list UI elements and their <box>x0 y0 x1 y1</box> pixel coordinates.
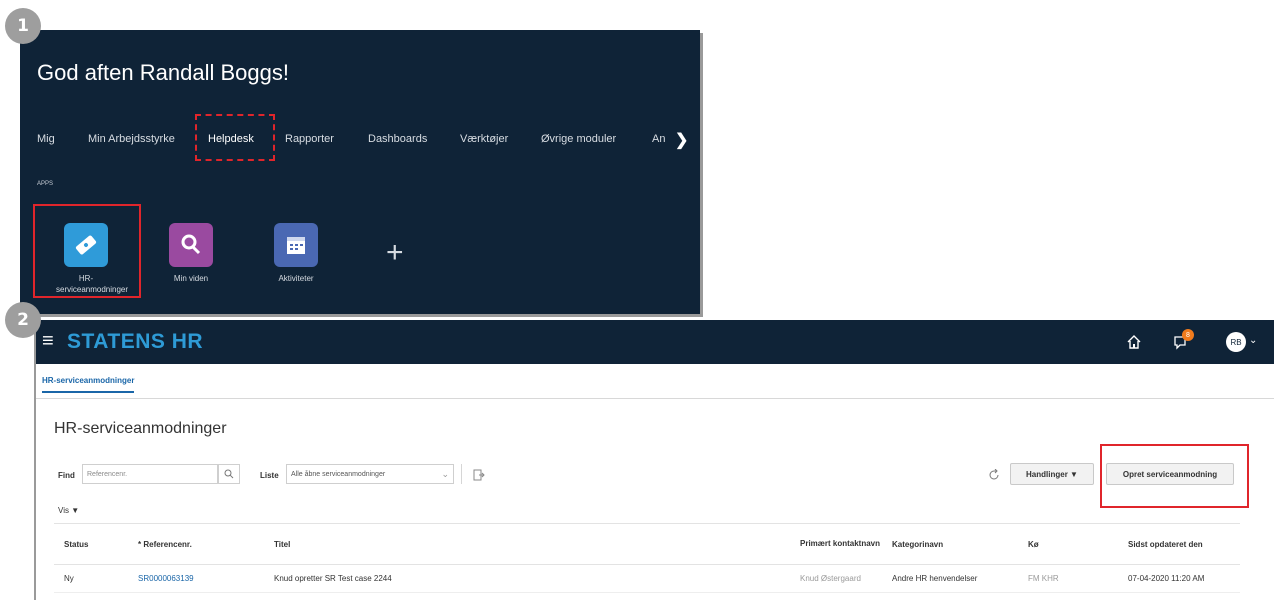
create-button-highlight <box>1100 444 1249 508</box>
refresh-icon[interactable] <box>988 468 1000 486</box>
nav-item-dashboards[interactable]: Dashboards <box>368 133 427 145</box>
step-badge-2: 2 <box>5 302 41 338</box>
hr-app-highlight <box>33 204 141 298</box>
cell-queue: FM KHR <box>1018 564 1118 593</box>
service-requests-table: Status * Referencenr. Titel Primært kont… <box>54 523 1240 593</box>
column-header-contact[interactable]: Primært kontaktnavn <box>790 523 882 565</box>
actions-menu-button[interactable]: Handlinger ▼ <box>1010 463 1094 485</box>
table-header-row: Status * Referencenr. Titel Primært kont… <box>54 523 1240 565</box>
search-icon[interactable] <box>218 464 240 484</box>
home-springboard-panel: God aften Randall Boggs! Mig Min Arbejds… <box>20 30 700 314</box>
column-header-status[interactable]: Status <box>54 523 128 565</box>
chevron-down-icon: ⌄ <box>441 468 449 479</box>
toolbar-divider <box>461 464 462 484</box>
cell-ref-link[interactable]: SR0000063139 <box>128 564 264 593</box>
greeting-heading: God aften Randall Boggs! <box>37 60 289 85</box>
cell-contact: Knud Østergaard <box>790 564 882 593</box>
export-icon[interactable] <box>473 468 485 486</box>
nav-item-mig[interactable]: Mig <box>37 133 55 145</box>
nav-item-min-arbejdsstyrke[interactable]: Min Arbejdsstyrke <box>88 133 175 145</box>
global-header: ≡ STATENS HR 8 RB ⌄ <box>36 320 1274 364</box>
column-header-title[interactable]: Titel <box>264 523 790 565</box>
column-header-queue[interactable]: Kø <box>1018 523 1118 565</box>
magnifier-icon <box>169 223 213 267</box>
cell-title: Knud opretter SR Test case 2244 <box>264 564 790 593</box>
view-menu[interactable]: Vis ▼ <box>58 506 79 515</box>
app-label: Min viden <box>173 274 209 283</box>
step-badge-1: 1 <box>5 8 41 44</box>
app-min-viden[interactable]: Min viden <box>161 223 221 284</box>
list-select-value: Alle åbne serviceanmodninger <box>291 470 386 478</box>
service-requests-panel: ≡ STATENS HR 8 RB ⌄ HR-serviceanmodninge… <box>34 320 1274 600</box>
table-row[interactable]: Ny SR0000063139 Knud opretter SR Test ca… <box>54 564 1240 593</box>
list-select[interactable]: Alle åbne serviceanmodninger ⌄ <box>286 464 454 484</box>
chevron-down-icon[interactable]: ⌄ <box>1249 335 1257 346</box>
find-label: Find <box>58 471 75 480</box>
helpdesk-highlight <box>195 114 275 161</box>
app-label: Aktiviteter <box>278 274 314 283</box>
add-app-button[interactable]: + <box>386 236 404 270</box>
cell-status: Ny <box>54 564 128 593</box>
nav-item-rapporter[interactable]: Rapporter <box>285 133 334 145</box>
find-input[interactable]: Referencenr. <box>82 464 218 484</box>
nav-item-more[interactable]: An <box>652 133 665 145</box>
calendar-icon <box>274 223 318 267</box>
column-header-updated[interactable]: Sidst opdateret den <box>1118 523 1240 565</box>
tab-hr-serviceanmodninger[interactable]: HR-serviceanmodninger <box>42 376 135 393</box>
notification-count-badge: 8 <box>1182 329 1194 341</box>
cell-category: Andre HR henvendelser <box>882 564 1018 593</box>
app-aktiviteter[interactable]: Aktiviteter <box>266 223 326 284</box>
nav-item-vaerktoejer[interactable]: Værktøjer <box>460 133 508 145</box>
hamburger-menu-icon[interactable]: ≡ <box>42 330 54 353</box>
cell-updated: 07-04-2020 11:20 AM <box>1118 564 1240 593</box>
column-header-category[interactable]: Kategorinavn <box>882 523 1018 565</box>
column-header-ref[interactable]: * Referencenr. <box>128 523 264 565</box>
page-title: HR-serviceanmodninger <box>54 420 227 437</box>
tab-strip: HR-serviceanmodninger <box>36 364 1274 399</box>
nav-item-oevrige-moduler[interactable]: Øvrige moduler <box>541 133 616 145</box>
apps-label: APPS <box>37 181 54 187</box>
springboard-nav: Mig Min Arbejdsstyrke Helpdesk Rapporter… <box>20 133 700 155</box>
avatar[interactable]: RB <box>1226 332 1246 352</box>
chevron-right-icon[interactable]: ❯ <box>675 130 688 150</box>
home-icon[interactable] <box>1126 334 1142 355</box>
list-label: Liste <box>260 471 279 480</box>
brand-logo: STATENS HR <box>67 330 204 353</box>
